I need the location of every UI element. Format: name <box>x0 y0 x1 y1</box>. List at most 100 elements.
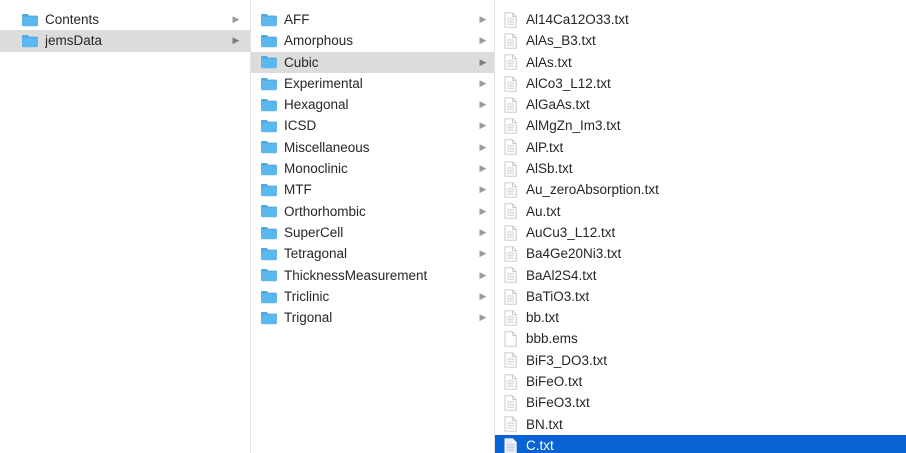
folder-icon <box>261 226 277 239</box>
chevron-right-icon: ▶ <box>479 163 487 174</box>
file-row[interactable]: BN.txt <box>495 414 906 435</box>
file-row[interactable]: bb.txt <box>495 307 906 328</box>
folder-row[interactable]: Triclinic ▶ <box>251 286 494 307</box>
text-file-icon <box>504 352 517 369</box>
file-row[interactable]: Ba4Ge20Ni3.txt <box>495 243 906 264</box>
column-1[interactable]: Contents ▶ jemsData ▶ <box>0 0 251 453</box>
text-file-icon <box>504 11 517 28</box>
file-row[interactable]: BiFeO3.txt <box>495 392 906 413</box>
folder-icon <box>261 98 277 112</box>
file-row[interactable]: AlAs_B3.txt <box>495 30 906 51</box>
chevron-right-icon: ▶ <box>479 120 487 131</box>
file-name: AuCu3_L12.txt <box>526 224 616 240</box>
folder-row[interactable]: Tetragonal ▶ <box>251 243 494 264</box>
text-file-icon <box>504 118 517 134</box>
folder-row[interactable]: Trigonal ▶ <box>251 307 494 328</box>
folder-name: SuperCell <box>284 224 344 240</box>
folder-name: ICSD <box>284 118 317 134</box>
folder-name: jemsData <box>45 33 103 49</box>
file-name: BaTiO3.txt <box>526 288 590 304</box>
text-file-icon <box>504 310 517 326</box>
file-row[interactable]: BiFeO.txt <box>495 371 906 392</box>
folder-name: Trigonal <box>284 310 333 326</box>
folder-row[interactable]: Miscellaneous ▶ <box>251 137 494 158</box>
file-name: BaAl2S4.txt <box>526 267 597 283</box>
folder-row[interactable]: Monoclinic ▶ <box>251 158 494 179</box>
chevron-right-icon: ▶ <box>479 99 487 110</box>
file-row[interactable]: AuCu3_L12.txt <box>495 222 906 243</box>
file-row[interactable]: BaAl2S4.txt <box>495 265 906 286</box>
text-file-icon <box>504 161 517 177</box>
file-row[interactable]: Al14Ca12O33.txt <box>495 9 906 30</box>
file-row[interactable]: Au.txt <box>495 201 906 222</box>
chevron-right-icon: ▶ <box>479 290 487 301</box>
folder-icon <box>261 77 277 90</box>
file-name: BiFeO3.txt <box>526 395 590 411</box>
folder-icon <box>261 290 277 303</box>
chevron-right-icon: ▶ <box>479 184 487 195</box>
file-row[interactable]: AlP.txt <box>495 137 906 158</box>
chevron-right-icon: ▶ <box>479 248 487 259</box>
chevron-right-icon: ▶ <box>479 312 487 323</box>
folder-icon <box>261 162 277 175</box>
text-file-icon <box>504 75 517 92</box>
file-name: BN.txt <box>526 416 563 432</box>
blank-file-icon <box>504 331 517 347</box>
folder-row[interactable]: jemsData ▶ <box>0 30 250 52</box>
file-name: AlP.txt <box>526 139 564 155</box>
column-2[interactable]: AFF ▶ Amorphous ▶ Cubic ▶ Experimental ▶ Hexagon… <box>251 0 495 453</box>
folder-name: Cubic <box>284 54 319 70</box>
folder-name: Amorphous <box>284 33 354 49</box>
chevron-right-icon: ▶ <box>479 226 487 237</box>
file-name: C.txt <box>526 437 554 453</box>
file-row[interactable]: Au_zeroAbsorption.txt <box>495 179 906 200</box>
folder-icon <box>261 269 277 282</box>
file-row[interactable]: AlMgZn_Im3.txt <box>495 115 906 136</box>
folder-name: Orthorhombic <box>284 203 366 219</box>
folder-icon <box>261 311 277 324</box>
folder-row[interactable]: Experimental ▶ <box>251 73 494 94</box>
file-row[interactable]: BaTiO3.txt <box>495 286 906 307</box>
file-name: bbb.ems <box>526 331 578 347</box>
folder-row[interactable]: Orthorhombic ▶ <box>251 201 494 222</box>
chevron-right-icon: ▶ <box>479 141 487 152</box>
text-file-icon <box>504 246 517 262</box>
file-name: BiFeO.txt <box>526 374 583 390</box>
folder-icon <box>22 34 38 48</box>
folder-name: MTF <box>284 182 312 198</box>
file-row[interactable]: C.txt <box>495 434 906 453</box>
folder-row[interactable]: ThicknessMeasurement ▶ <box>251 265 494 286</box>
folder-icon <box>22 13 38 26</box>
text-file-icon <box>504 416 517 432</box>
file-name: Ba4Ge20Ni3.txt <box>526 246 622 262</box>
text-file-icon <box>504 224 517 241</box>
folder-row[interactable]: Cubic ▶ <box>251 51 494 73</box>
file-row[interactable]: AlCo3_L12.txt <box>495 73 906 94</box>
file-row[interactable]: AlSb.txt <box>495 158 906 179</box>
column-3[interactable]: Al14Ca12O33.txt AlAs_B3.txt AlAs.txt AlCo3_… <box>495 0 906 453</box>
finder-column-browser: Contents ▶ jemsData ▶ AFF ▶ Amorphous ▶ Cubic ▶ E… <box>0 0 906 453</box>
folder-row[interactable]: Hexagonal ▶ <box>251 94 494 115</box>
file-row[interactable]: BiF3_DO3.txt <box>495 350 906 371</box>
folder-row[interactable]: SuperCell ▶ <box>251 222 494 243</box>
text-file-icon <box>504 182 517 198</box>
folder-row[interactable]: MTF ▶ <box>251 179 494 200</box>
folder-row[interactable]: AFF ▶ <box>251 9 494 30</box>
chevron-right-icon: ▶ <box>232 14 240 24</box>
text-file-icon <box>504 374 517 390</box>
file-row[interactable]: AlGaAs.txt <box>495 94 906 115</box>
chevron-right-icon: ▶ <box>479 269 487 280</box>
file-row[interactable]: bbb.ems <box>495 328 906 349</box>
folder-row[interactable]: Contents ▶ <box>0 9 250 30</box>
file-name: bb.txt <box>526 310 560 326</box>
text-file-icon <box>504 97 517 113</box>
file-name: Al14Ca12O33.txt <box>526 12 629 27</box>
folder-row[interactable]: Amorphous ▶ <box>251 30 494 51</box>
folder-name: Tetragonal <box>284 246 348 262</box>
chevron-right-icon: ▶ <box>479 56 487 67</box>
folder-icon <box>261 141 277 154</box>
folder-name: Experimental <box>284 75 363 91</box>
folder-icon <box>261 120 277 133</box>
folder-row[interactable]: ICSD ▶ <box>251 115 494 136</box>
file-row[interactable]: AlAs.txt <box>495 52 906 73</box>
